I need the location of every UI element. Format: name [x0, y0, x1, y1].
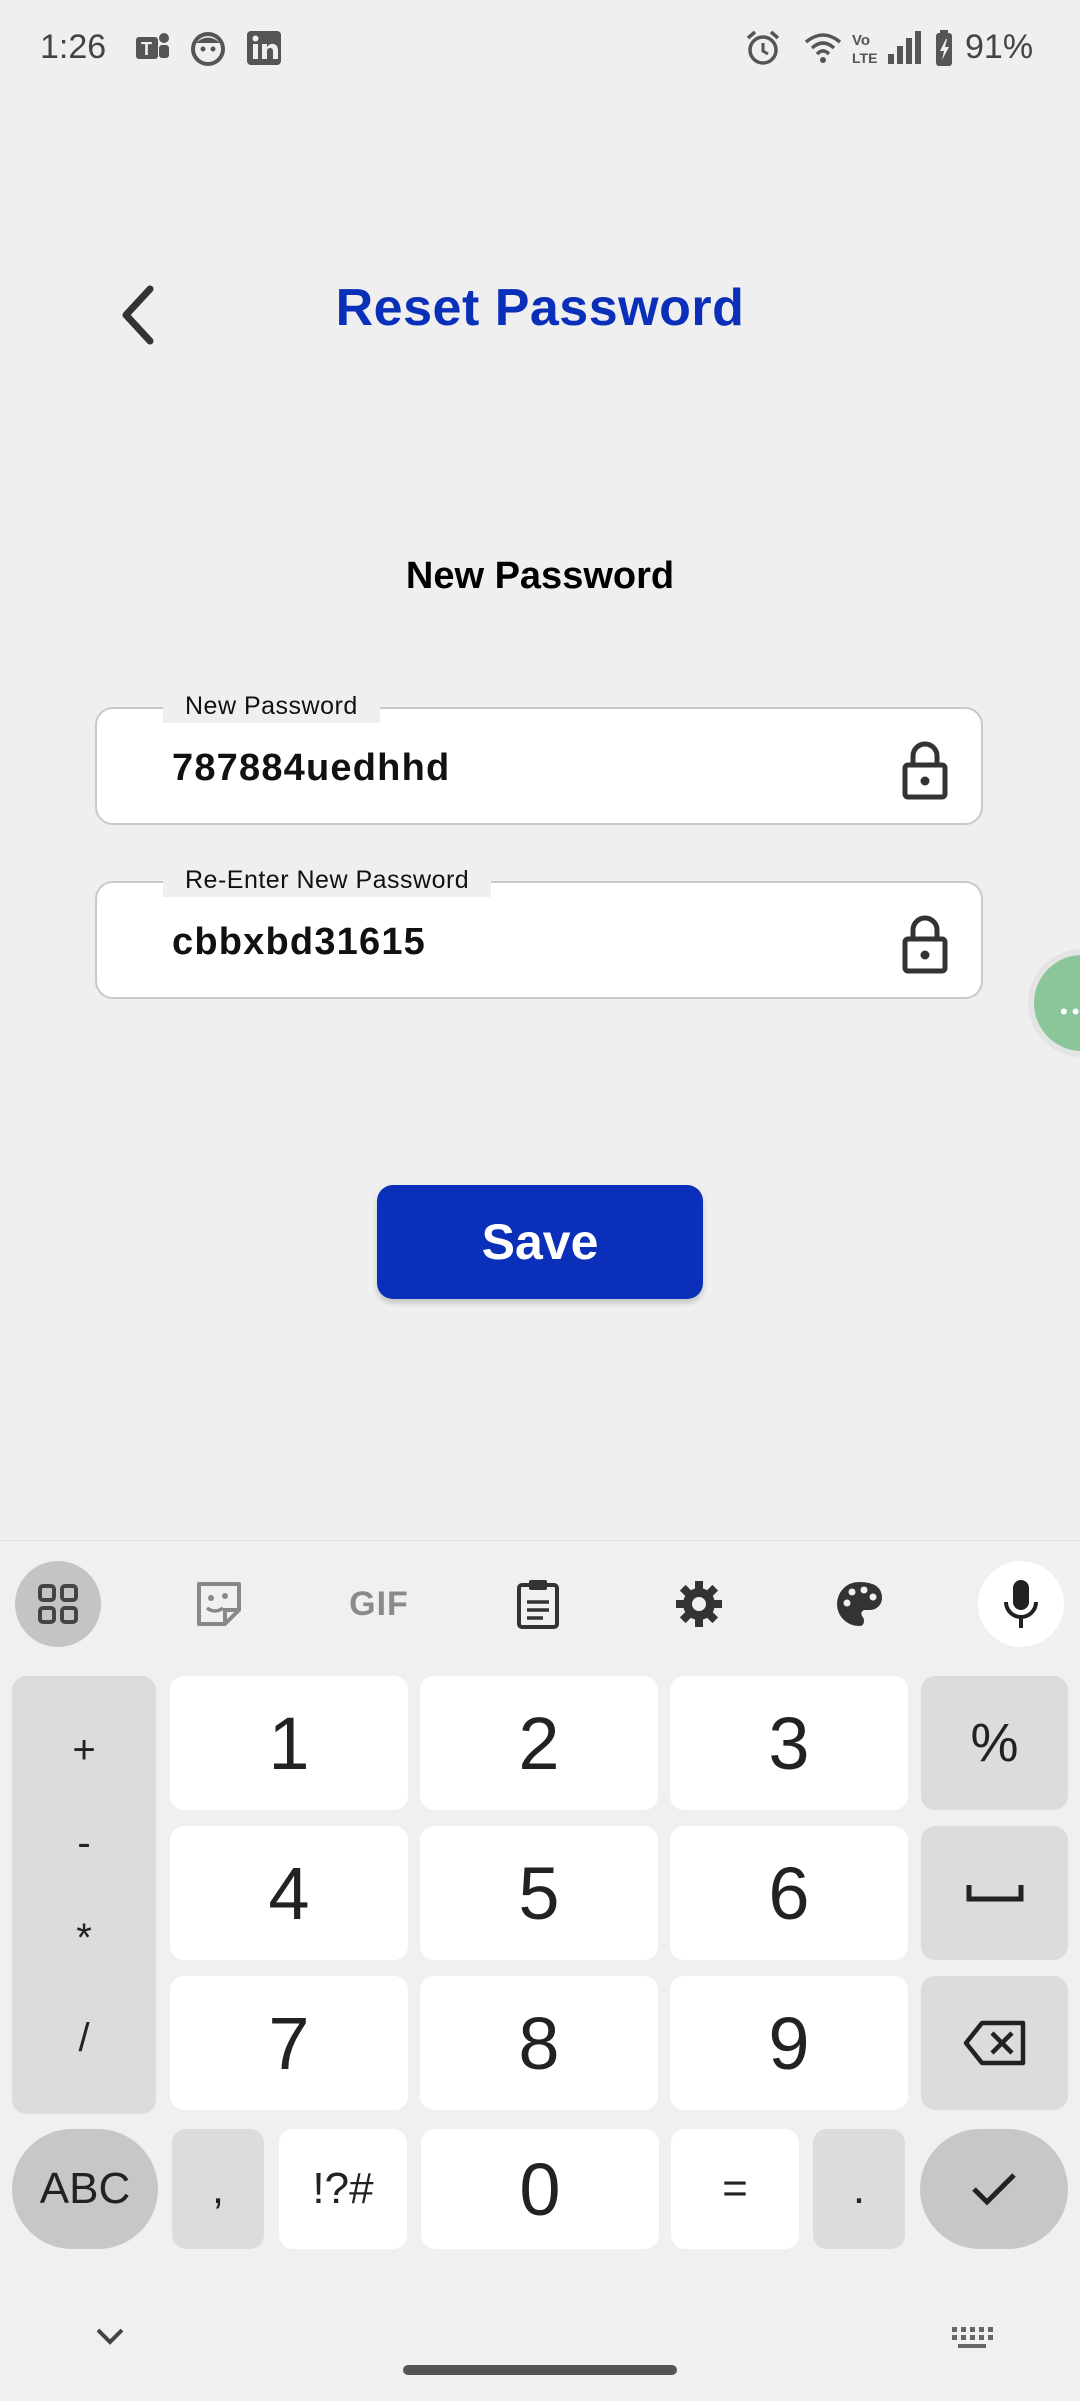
svg-text:Vo: Vo: [852, 32, 870, 49]
home-indicator[interactable]: [403, 2365, 677, 2375]
reenter-password-input[interactable]: cbbxbd31615: [172, 921, 872, 964]
wifi-icon: [804, 33, 842, 63]
new-password-label: New Password: [163, 689, 380, 723]
alarm-icon: [746, 30, 780, 65]
plus-key[interactable]: +: [12, 1728, 156, 1773]
key-0[interactable]: 0: [421, 2129, 659, 2249]
multiply-key[interactable]: *: [12, 1916, 156, 1961]
reenter-password-label: Re-Enter New Password: [163, 863, 492, 897]
more-dots-icon: ••: [1060, 999, 1079, 1024]
gif-button[interactable]: GIF: [336, 1561, 422, 1647]
lock-icon[interactable]: [899, 913, 951, 975]
key-1[interactable]: 1: [170, 1676, 408, 1810]
key-5[interactable]: 5: [420, 1826, 658, 1960]
percent-key[interactable]: %: [921, 1676, 1068, 1810]
keyboard: GIF + - * / 1 2 3 % 4 5 6 7 8 9 ABC , !?…: [0, 1540, 1080, 2401]
key-7[interactable]: 7: [170, 1976, 408, 2110]
face-app-icon: [191, 32, 225, 66]
new-password-field[interactable]: New Password 787884uedhhd: [95, 689, 983, 825]
abc-key[interactable]: ABC: [12, 2129, 158, 2249]
status-time: 1:26: [40, 28, 107, 66]
enter-key[interactable]: [920, 2129, 1068, 2249]
svg-text:T: T: [141, 39, 152, 59]
mic-icon[interactable]: [978, 1561, 1064, 1647]
settings-icon[interactable]: [656, 1561, 742, 1647]
section-title: New Password: [405, 555, 675, 597]
battery-percent: 91%: [965, 28, 1034, 66]
key-3[interactable]: 3: [670, 1676, 908, 1810]
volte-icon: Vo LTE: [852, 32, 877, 66]
comma-key[interactable]: ,: [172, 2129, 264, 2249]
key-4[interactable]: 4: [170, 1826, 408, 1960]
lock-icon[interactable]: [899, 739, 951, 801]
operator-column: + - * /: [12, 1676, 156, 2114]
battery-icon: [936, 30, 952, 66]
svg-text:LTE: LTE: [852, 50, 877, 66]
apps-grid-icon[interactable]: [15, 1561, 101, 1647]
symbols-key[interactable]: !?#: [279, 2129, 407, 2249]
key-6[interactable]: 6: [670, 1826, 908, 1960]
minus-key[interactable]: -: [12, 1821, 156, 1866]
save-button[interactable]: Save: [377, 1185, 703, 1299]
period-key[interactable]: .: [813, 2129, 905, 2249]
reenter-password-field[interactable]: Re-Enter New Password cbbxbd31615: [95, 863, 983, 999]
sticker-icon[interactable]: [176, 1561, 262, 1647]
linkedin-icon: [247, 31, 281, 65]
teams-icon: T: [136, 33, 169, 59]
key-9[interactable]: 9: [670, 1976, 908, 2110]
floating-chat-bubble[interactable]: ••: [1034, 955, 1080, 1051]
equals-key[interactable]: =: [671, 2129, 799, 2249]
clipboard-icon[interactable]: [495, 1561, 581, 1647]
key-8[interactable]: 8: [420, 1976, 658, 2110]
new-password-input[interactable]: 787884uedhhd: [172, 747, 872, 790]
key-2[interactable]: 2: [420, 1676, 658, 1810]
signal-icon: [888, 31, 921, 64]
space-key[interactable]: [921, 1826, 1068, 1960]
check-icon: [972, 2173, 1016, 2206]
backspace-key[interactable]: [921, 1976, 1068, 2110]
status-bar: 1:26 T Vo LTE 91%: [0, 0, 1080, 100]
palette-icon[interactable]: [816, 1561, 902, 1647]
keyboard-hide-icon[interactable]: [92, 2318, 128, 2354]
divide-key[interactable]: /: [12, 2016, 156, 2061]
keyboard-switch-icon[interactable]: [950, 2325, 994, 2351]
page-title: Reset Password: [335, 279, 745, 337]
backspace-icon: [963, 2020, 1025, 2066]
space-bar-icon: [966, 1885, 1023, 1902]
